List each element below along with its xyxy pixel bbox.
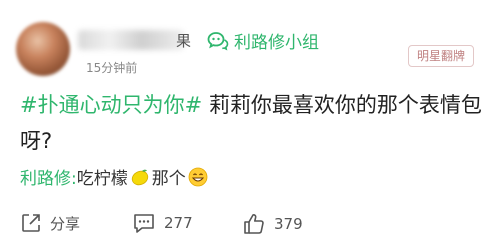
group-link[interactable]: 利路修小组 xyxy=(207,28,319,53)
post-card: 果 15分钟前 利路修小组 明星翻牌 #扑通心动只为你# 莉莉你最喜欢你的那个表… xyxy=(0,0,500,243)
share-label: 分享 xyxy=(50,214,81,233)
star-badge[interactable]: 明星翻牌 xyxy=(407,45,474,67)
comment-count: 277 xyxy=(164,214,193,232)
like-count: 379 xyxy=(274,215,303,233)
comment-text-after: 那个 xyxy=(151,169,186,189)
author-name-visible[interactable]: 果 xyxy=(176,30,191,51)
action-bar: 分享 277 379 xyxy=(0,208,500,242)
post-time: 15分钟前 xyxy=(86,61,138,75)
share-button[interactable]: 分享 xyxy=(20,212,80,234)
thumbs-up-icon xyxy=(244,214,264,234)
author-name-blurred[interactable] xyxy=(78,30,184,50)
group-name: 利路修小组 xyxy=(234,33,319,53)
like-button[interactable]: 379 xyxy=(242,212,303,236)
comment-icon xyxy=(134,214,154,233)
topic-tag[interactable]: #扑通心动只为你# xyxy=(20,93,202,117)
featured-comment[interactable]: 利路修: 吃柠檬 那个 xyxy=(20,164,210,189)
comment-text-before: 吃柠檬 xyxy=(76,169,128,189)
share-icon xyxy=(22,214,40,232)
wechat-icon xyxy=(207,31,229,51)
grin-emoji xyxy=(188,167,208,186)
comment-button[interactable]: 277 xyxy=(132,212,193,234)
lemon-emoji xyxy=(131,169,148,185)
post-content: #扑通心动只为你# 莉莉你最喜欢你的那个表情包呀? xyxy=(20,87,490,159)
comment-author[interactable]: 利路修: xyxy=(20,164,77,189)
avatar[interactable] xyxy=(16,22,70,76)
